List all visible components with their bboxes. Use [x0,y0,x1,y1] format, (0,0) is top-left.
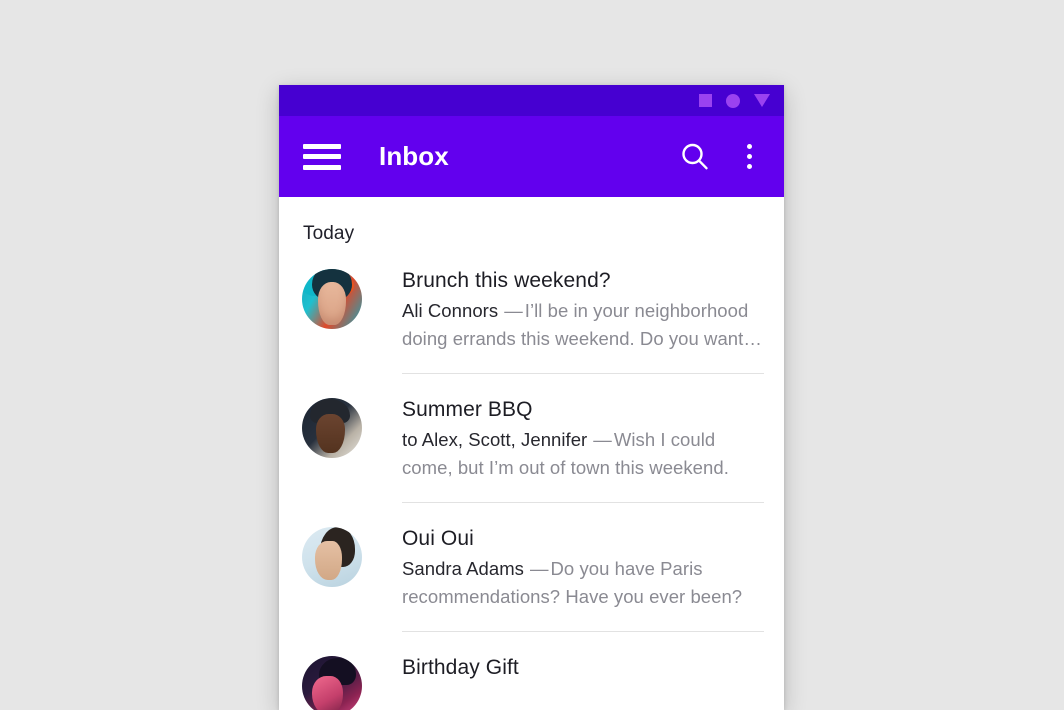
avatar [302,269,362,329]
avatar [302,398,362,458]
app-bar: Inbox [279,116,784,197]
message-content: Oui Oui Sandra Adams — Do you have Paris r… [402,525,764,632]
hamburger-menu-icon[interactable] [303,143,341,170]
square-icon[interactable] [699,94,712,107]
phone-card: Inbox Today Brunch this weekend? Ali Con… [279,85,784,710]
avatar [302,527,362,587]
list-item[interactable]: Birthday Gift [279,632,784,710]
list-item[interactable]: Brunch this weekend? Ali Connors — I’ll be… [279,245,784,374]
message-dash: — [593,429,612,450]
message-preview: to Alex, Scott, Jennifer — Wish I could co… [402,426,764,482]
avatar [302,656,362,710]
section-header-today: Today [303,223,355,244]
message-sender: Sandra Adams [402,558,524,579]
list-item[interactable]: Oui Oui Sandra Adams — Do you have Paris r… [279,503,784,632]
screen: Inbox Today Brunch this weekend? Ali Con… [0,0,1064,710]
message-dash: — [529,558,549,579]
message-subject: Birthday Gift [402,656,519,679]
message-sender: Ali Connors [402,300,499,321]
message-preview: Ali Connors — I’ll be in your neighborhood… [402,297,764,353]
message-subject: Summer BBQ [402,398,533,421]
message-content: Brunch this weekend? Ali Connors — I’ll be… [402,267,764,374]
message-subject: Brunch this weekend? [402,269,611,292]
page-title: Inbox [379,141,449,171]
message-subject: Oui Oui [402,527,474,550]
message-list: Today Brunch this weekend? Ali Connors — I… [279,197,784,710]
message-content: Summer BBQ to Alex, Scott, Jennifer — Wish… [402,396,764,503]
circle-icon[interactable] [726,93,740,108]
system-nav-icons [699,93,770,108]
status-bar [279,85,784,116]
message-preview: Sandra Adams — Do you have Paris recommend… [402,555,764,611]
more-vert-icon[interactable] [736,140,762,174]
list-item[interactable]: Summer BBQ to Alex, Scott, Jennifer — Wish… [279,374,784,503]
message-sender: to Alex, Scott, Jennifer [402,429,588,450]
triangle-down-icon[interactable] [754,94,770,107]
message-content: Birthday Gift [402,654,764,710]
message-dash: — [504,300,523,321]
search-icon[interactable] [678,140,712,174]
